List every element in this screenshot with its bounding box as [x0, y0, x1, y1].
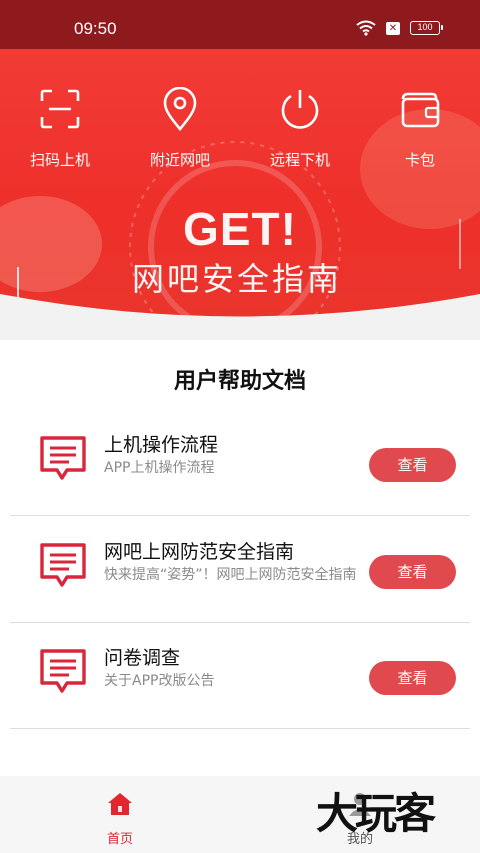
banner-headline: GET!: [183, 203, 297, 255]
watermark-logo: 大玩客: [316, 789, 436, 838]
nearby-cafe-label: 附近网吧: [149, 151, 210, 169]
section-title: 用户帮助文档: [173, 369, 306, 394]
doc-subtitle: APP上机操作流程: [104, 460, 215, 476]
status-time: 09:50: [74, 19, 117, 38]
doc-subtitle: 快来提高“姿势”！网吧上网防范安全指南: [104, 567, 357, 583]
doc-title: 网吧上网防范安全指南: [104, 541, 295, 563]
doc-item: 上机操作流程 APP上机操作流程 查看: [10, 410, 470, 516]
view-button[interactable]: 查看: [369, 448, 456, 482]
nearby-cafe-button[interactable]: 附近网吧: [120, 86, 240, 170]
remote-logout-label: 远程下机: [269, 151, 330, 169]
doc-title: 问卷调查: [104, 647, 181, 669]
doc-title: 上机操作流程: [104, 434, 219, 456]
x-box-icon: ✕: [386, 21, 400, 35]
banner: 扫码上机 附近网吧 远程下机 卡包 GET! 网吧安全指南: [0, 49, 480, 340]
power-icon: [281, 90, 319, 129]
status-icons: ✕ 100: [356, 20, 443, 36]
wifi-icon: [356, 20, 376, 36]
scan-button[interactable]: 扫码上机: [0, 87, 120, 170]
tab-home[interactable]: 首页: [60, 790, 180, 847]
home-icon: [108, 793, 132, 815]
banner-subheadline: 网吧安全指南: [131, 260, 342, 298]
wallet-icon: [401, 92, 440, 128]
doc-item: 网吧上网防范安全指南 快来提高“姿势”！网吧上网防范安全指南 查看: [10, 517, 470, 623]
scan-icon: [40, 89, 80, 129]
document-message-icon: [40, 543, 86, 587]
doc-item: 问卷调查 关于APP改版公告 查看: [10, 623, 470, 729]
document-message-icon: [40, 436, 86, 480]
status-bar: 09:50 ✕ 100: [0, 0, 480, 49]
battery-icon: 100: [410, 21, 443, 35]
doc-subtitle: 关于APP改版公告: [104, 673, 215, 689]
view-button[interactable]: 查看: [369, 661, 456, 695]
wallet-button[interactable]: 卡包: [360, 87, 480, 170]
help-section: 用户帮助文档 上机操作流程 APP上机操作流程 查看 网吧上网防范安全指南 快来…: [0, 340, 480, 776]
remote-logout-button[interactable]: 远程下机: [240, 87, 360, 170]
scan-label: 扫码上机: [29, 151, 90, 169]
view-button[interactable]: 查看: [369, 555, 456, 589]
document-message-icon: [40, 649, 86, 693]
location-pin-icon: [163, 86, 197, 132]
wallet-label: 卡包: [404, 151, 435, 169]
tab-home-label: 首页: [106, 832, 133, 847]
